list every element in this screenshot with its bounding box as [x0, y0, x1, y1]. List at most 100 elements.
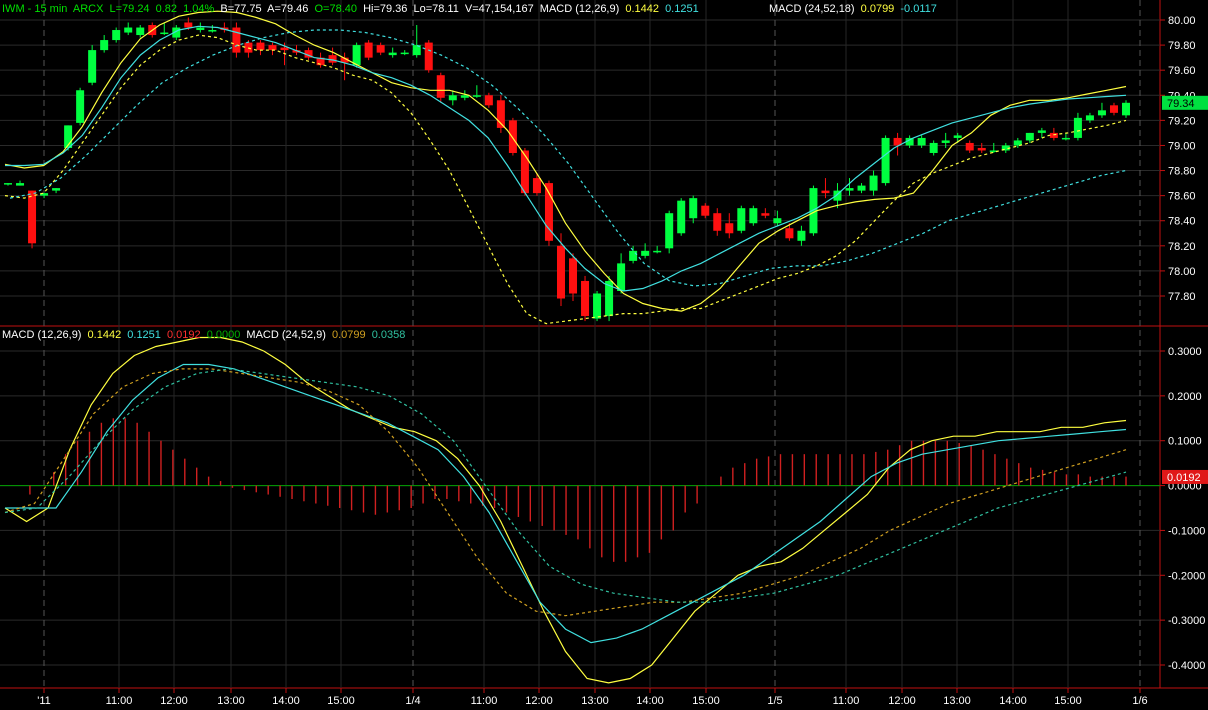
lower-macd1-label: MACD (12,26,9) [2, 329, 82, 341]
x-tick-label: 13:00 [943, 695, 971, 707]
candle-body [388, 52, 397, 56]
x-tick-label: 15:00 [1054, 695, 1082, 707]
candle-body [689, 198, 698, 219]
candle-body [797, 230, 806, 241]
low-label: Lo=78.11 [413, 3, 459, 15]
candle-body [376, 45, 385, 53]
candle-body [160, 32, 169, 35]
macd1-value: 0.1442 [625, 3, 659, 15]
candle-body [917, 137, 926, 146]
candle-body [364, 42, 373, 58]
candle-body [701, 205, 710, 216]
candle-body [208, 30, 217, 32]
x-tick-label: 13:00 [581, 695, 609, 707]
candle-body [569, 258, 578, 294]
price-tick-label: 79.00 [1168, 140, 1196, 152]
volume-label: V=47,154,167 [464, 3, 534, 15]
macd1-label: MACD (12,26,9) [539, 3, 620, 15]
candle-body [881, 137, 890, 184]
macd2-label: MACD (24,52,18) [769, 3, 855, 15]
lower-macd1-zero: 0.0000 [206, 329, 241, 341]
x-tick-label: 11:00 [471, 695, 498, 707]
price-tick-label: 77.80 [1168, 291, 1196, 303]
candle-body [484, 95, 493, 106]
candle-body [4, 183, 12, 185]
price-tick-label: 78.80 [1168, 166, 1196, 178]
symbol-label: IWM - 15 min [2, 3, 68, 15]
macd-tick-label: 0.1000 [1168, 436, 1202, 448]
lower-macd1-value: 0.1442 [87, 329, 122, 341]
macd-tick-label: -0.2000 [1168, 570, 1205, 582]
long-average-line [9, 29, 1127, 287]
candle-body [196, 27, 205, 31]
x-tick-label: 14:00 [636, 695, 664, 707]
middle-band-line [5, 25, 1127, 292]
candle-body [1097, 110, 1106, 116]
x-tick-label: 12:00 [525, 695, 553, 707]
x-tick-label: 11:00 [106, 695, 133, 707]
price-tick-label: 79.80 [1168, 40, 1196, 52]
candle-body [532, 178, 541, 194]
x-tick-label: 11:00 [833, 695, 860, 707]
candle-body [124, 27, 133, 33]
price-tick-label: 78.40 [1168, 216, 1196, 228]
candle-body [1049, 132, 1058, 138]
chart-canvas[interactable]: 80.0079.8079.6079.4079.2079.0078.8078.60… [0, 0, 1208, 710]
x-tick-label: 12:00 [160, 695, 188, 707]
macd-tick-label: 0.2000 [1168, 391, 1202, 403]
macd-tick-label: -0.4000 [1168, 660, 1205, 672]
candle-body [1109, 105, 1118, 113]
x-tick-label: 13:00 [217, 695, 245, 707]
candle-body [520, 150, 529, 194]
candle-body [1037, 130, 1046, 133]
candle-body [977, 147, 986, 151]
candle-body [1073, 117, 1082, 138]
x-tick-label: 12:00 [888, 695, 916, 707]
price-tick-label: 78.00 [1168, 266, 1196, 278]
price-tick-label: 79.20 [1168, 115, 1196, 127]
macd2-signal-value: -0.0117 [900, 3, 937, 15]
price-tick-label: 78.20 [1168, 241, 1196, 253]
change-label: 0.82 [155, 3, 178, 15]
candle-body [352, 45, 361, 66]
candle-body [761, 213, 770, 216]
candle-body [76, 90, 85, 123]
candle-body [965, 142, 974, 151]
last-price-box-label: 79.34 [1167, 98, 1195, 110]
candle-body [629, 250, 638, 261]
macd-tick-label: 0.3000 [1168, 346, 1202, 358]
ask-label: A=79.46 [267, 3, 309, 15]
macd-tick-label: -0.1000 [1168, 525, 1205, 537]
lower-macd1-signal: 0.1251 [127, 329, 161, 341]
x-tick-label: 1/6 [1132, 695, 1147, 707]
macd-panel-header: MACD (12,26,9) 0.1442 0.1251 0.0192 0.00… [2, 329, 408, 341]
candle-body [821, 190, 830, 194]
candle-body [677, 200, 686, 234]
candle-body [460, 95, 469, 98]
candle-body [268, 45, 277, 51]
candle-body [953, 135, 962, 138]
candle-body [424, 42, 433, 71]
candle-body [136, 27, 145, 36]
x-tick-label: 14:00 [999, 695, 1027, 707]
candle-body [400, 52, 409, 55]
price-tick-label: 79.60 [1168, 65, 1196, 77]
upper-band-line [4, 10, 1127, 312]
candle-body [100, 40, 109, 51]
candle-body [641, 250, 650, 256]
candle-body [328, 55, 337, 63]
candle-body [581, 280, 590, 317]
candle-body [556, 245, 565, 299]
candle-body [845, 188, 854, 191]
price-tick-label: 80.00 [1168, 15, 1196, 27]
price-panel-header: IWM - 15 min ARCX L=79.24 0.82 1.04% B=7… [2, 3, 702, 15]
candle-body [508, 120, 517, 153]
lower-macd2-label: MACD (24,52,9) [246, 329, 326, 341]
macd1-signal-value: 0.1251 [665, 3, 699, 15]
candle-body [88, 50, 97, 83]
x-tick-label: 1/4 [405, 695, 420, 707]
candle-body [472, 95, 481, 97]
candle-body [653, 250, 662, 253]
candle-body [256, 42, 265, 51]
candle-body [725, 223, 734, 234]
